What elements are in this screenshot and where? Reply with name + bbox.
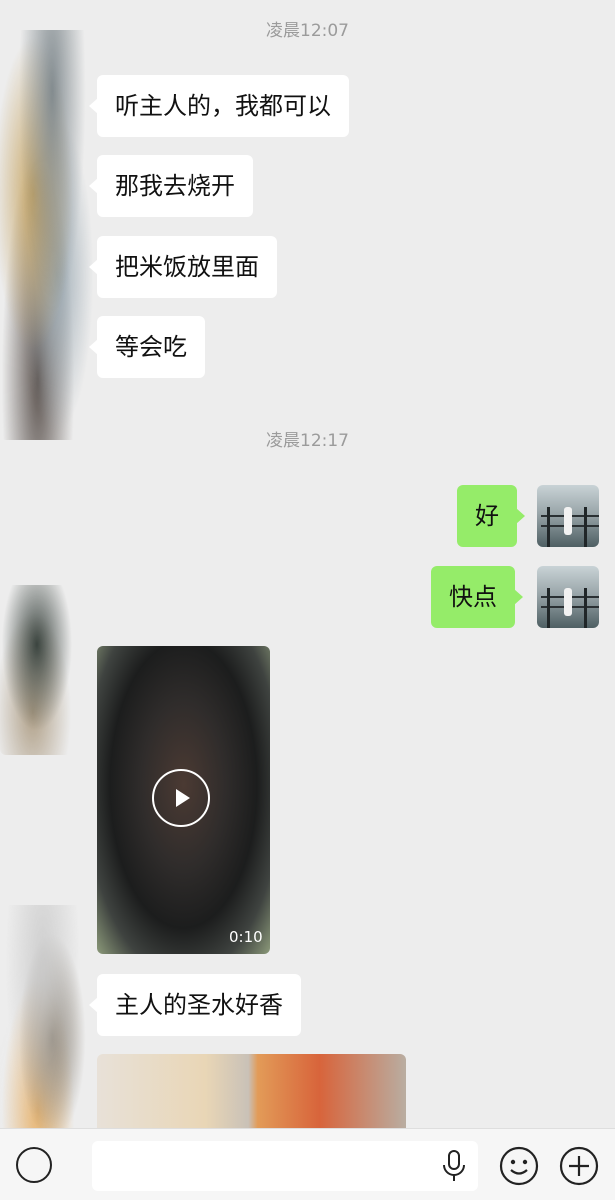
input-bar bbox=[0, 1128, 615, 1200]
contact-avatar[interactable] bbox=[0, 585, 82, 755]
message-input[interactable] bbox=[92, 1141, 478, 1191]
message-bubble[interactable]: 听主人的，我都可以 bbox=[89, 75, 349, 137]
message-bubble[interactable]: 主人的圣水好香 bbox=[89, 974, 301, 1036]
message-bubble[interactable]: 那我去烧开 bbox=[89, 155, 253, 217]
plus-icon[interactable] bbox=[558, 1145, 600, 1187]
keyboard-toggle-icon[interactable] bbox=[14, 1145, 54, 1185]
message-bubble[interactable]: 等会吃 bbox=[89, 316, 205, 378]
timestamp: 凌晨12:17 bbox=[266, 431, 349, 451]
play-icon[interactable] bbox=[152, 769, 210, 827]
emoji-icon[interactable] bbox=[498, 1145, 540, 1187]
message-bubble[interactable]: 把米饭放里面 bbox=[89, 236, 277, 298]
message-bubble[interactable]: 快点 bbox=[431, 566, 523, 628]
message-bubble[interactable]: 好 bbox=[457, 485, 525, 547]
video-duration: 0:10 bbox=[229, 928, 263, 946]
my-avatar[interactable] bbox=[537, 566, 599, 628]
voice-icon[interactable] bbox=[440, 1149, 468, 1183]
contact-avatar[interactable] bbox=[0, 30, 95, 440]
my-avatar[interactable] bbox=[537, 485, 599, 547]
